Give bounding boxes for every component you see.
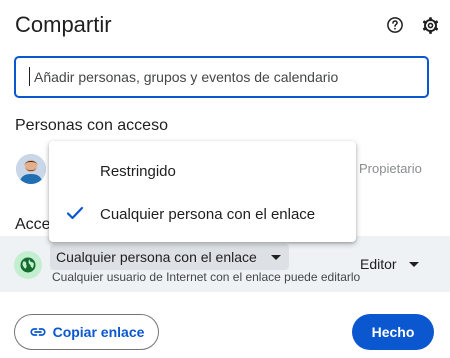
add-people-input[interactable] (32, 68, 427, 86)
menu-item-label: Restringido (100, 162, 176, 180)
copy-link-button[interactable]: Copiar enlace (14, 314, 159, 350)
dropdown-arrow-icon (408, 262, 419, 267)
menu-item-restricted[interactable]: Restringido (49, 149, 356, 193)
add-people-search[interactable] (14, 56, 429, 98)
owner-role-label: Propietario (359, 161, 422, 176)
text-caret (29, 67, 30, 86)
general-access-dropdown[interactable]: Cualquier persona con el enlace (50, 244, 289, 270)
dialog-title: Compartir (15, 12, 112, 37)
link-icon (30, 328, 46, 336)
check-icon (66, 206, 84, 220)
avatar (16, 154, 46, 184)
globe-icon (20, 257, 36, 273)
help-circle-icon (387, 17, 403, 33)
general-access-selected: Cualquier persona con el enlace (56, 249, 257, 265)
settings-button[interactable] (418, 13, 442, 37)
dropdown-arrow-icon (270, 255, 281, 260)
gear-icon (422, 16, 438, 34)
help-button[interactable] (383, 13, 407, 37)
access-options-menu: Restringido Cualquier persona con el enl… (49, 141, 356, 242)
done-label: Hecho (371, 324, 415, 340)
menu-item-anyone-with-link[interactable]: Cualquier persona con el enlace (49, 192, 356, 236)
copy-link-label: Copiar enlace (52, 324, 145, 340)
globe-badge (14, 251, 42, 279)
role-selected: Editor (360, 256, 397, 272)
people-with-access-heading: Personas con acceso (15, 117, 168, 134)
general-access-heading: Acce (15, 216, 51, 233)
general-access-description: Cualquier usuario de Internet con el enl… (52, 270, 361, 284)
role-dropdown[interactable]: Editor (352, 251, 427, 277)
menu-item-label: Cualquier persona con el enlace (100, 205, 316, 223)
done-button[interactable]: Hecho (352, 314, 434, 350)
